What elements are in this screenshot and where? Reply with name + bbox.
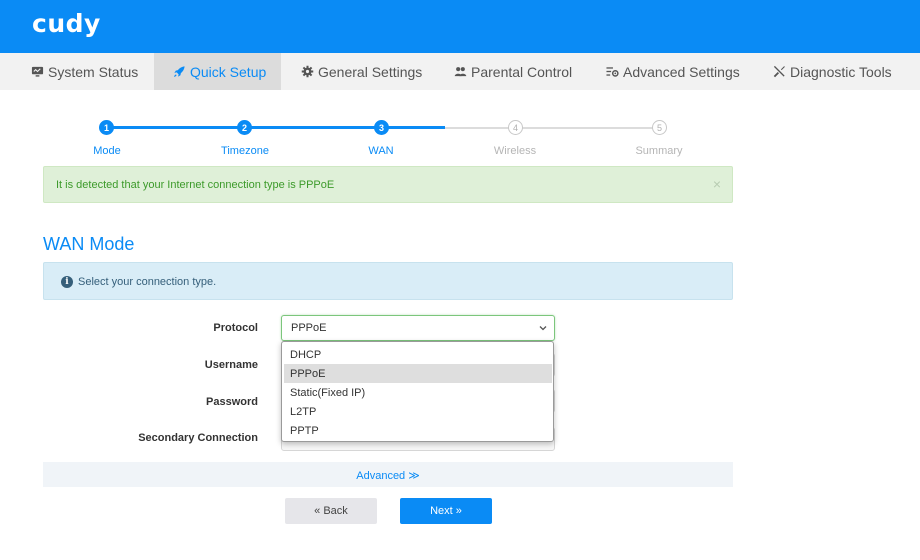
step-3-label: WAN [368, 145, 394, 157]
rocket-icon [172, 65, 186, 79]
advanced-toggle-bar: Advanced ≫ [43, 462, 733, 487]
step-1-circle: 1 [99, 120, 114, 135]
next-button[interactable]: Next » [400, 498, 492, 524]
option-static-ip[interactable]: Static(Fixed IP) [284, 383, 552, 402]
nav-label: System Status [48, 63, 139, 80]
nav-label: Parental Control [471, 63, 573, 80]
step-3-circle: 3 [374, 120, 389, 135]
step-2-label: Timezone [221, 145, 269, 157]
protocol-select-value: PPPoE [291, 322, 327, 334]
monitor-icon [30, 65, 44, 79]
nav-label: Quick Setup [190, 63, 267, 80]
option-l2tp[interactable]: L2TP [284, 402, 552, 421]
nav-system-status[interactable]: System Status [30, 53, 138, 90]
step-4-label: Wireless [493, 145, 537, 157]
step-2-circle: 2 [237, 120, 252, 135]
stepper-progress-line [107, 126, 445, 129]
option-pppoe[interactable]: PPPoE [284, 364, 552, 383]
cudy-logo[interactable]: cudy [32, 9, 101, 38]
password-label: Password [206, 396, 258, 408]
info-icon: i [61, 276, 73, 288]
secondary-connection-label: Secondary Connection [138, 432, 258, 444]
step-4-circle: 4 [508, 120, 523, 135]
main-nav: System Status Quick Setup General Settin… [0, 53, 920, 90]
chevron-down-icon [539, 326, 547, 331]
info-box: i Select your connection type. [43, 262, 733, 300]
stepper-remaining-line [445, 127, 659, 129]
page-title: WAN Mode [43, 234, 135, 254]
nav-general-settings[interactable]: General Settings [300, 53, 422, 90]
top-header: cudy [0, 0, 920, 53]
protocol-label: Protocol [213, 322, 258, 334]
nav-quick-setup[interactable]: Quick Setup [154, 53, 281, 90]
nav-diagnostic-tools[interactable]: Diagnostic Tools [772, 53, 892, 90]
gear-icon [300, 65, 314, 79]
option-dhcp[interactable]: DHCP [284, 345, 552, 364]
nav-label: Diagnostic Tools [790, 63, 892, 80]
nav-label: General Settings [318, 63, 423, 80]
sliders-gear-icon [605, 65, 619, 79]
protocol-dropdown-list: DHCP PPPoE Static(Fixed IP) L2TP PPTP [281, 341, 554, 442]
step-5-circle: 5 [652, 120, 667, 135]
back-button[interactable]: « Back [285, 498, 377, 524]
username-label: Username [204, 359, 258, 371]
protocol-select[interactable]: PPPoE [281, 315, 555, 341]
advanced-toggle[interactable]: Advanced ≫ [43, 469, 733, 482]
nav-parental-control[interactable]: Parental Control [453, 53, 572, 90]
nav-label: Advanced Settings [623, 63, 740, 80]
close-icon[interactable]: × [713, 176, 721, 192]
step-5-label: Summary [635, 145, 683, 157]
users-icon [453, 65, 467, 79]
option-pptp[interactable]: PPTP [284, 421, 552, 440]
step-1-label: Mode [93, 145, 121, 157]
wrench-screwdriver-icon [772, 65, 786, 79]
detection-alert: It is detected that your Internet connec… [43, 166, 733, 203]
nav-advanced-settings[interactable]: Advanced Settings [605, 53, 740, 90]
alert-message: It is detected that your Internet connec… [56, 179, 335, 191]
info-message: Select your connection type. [78, 276, 217, 288]
